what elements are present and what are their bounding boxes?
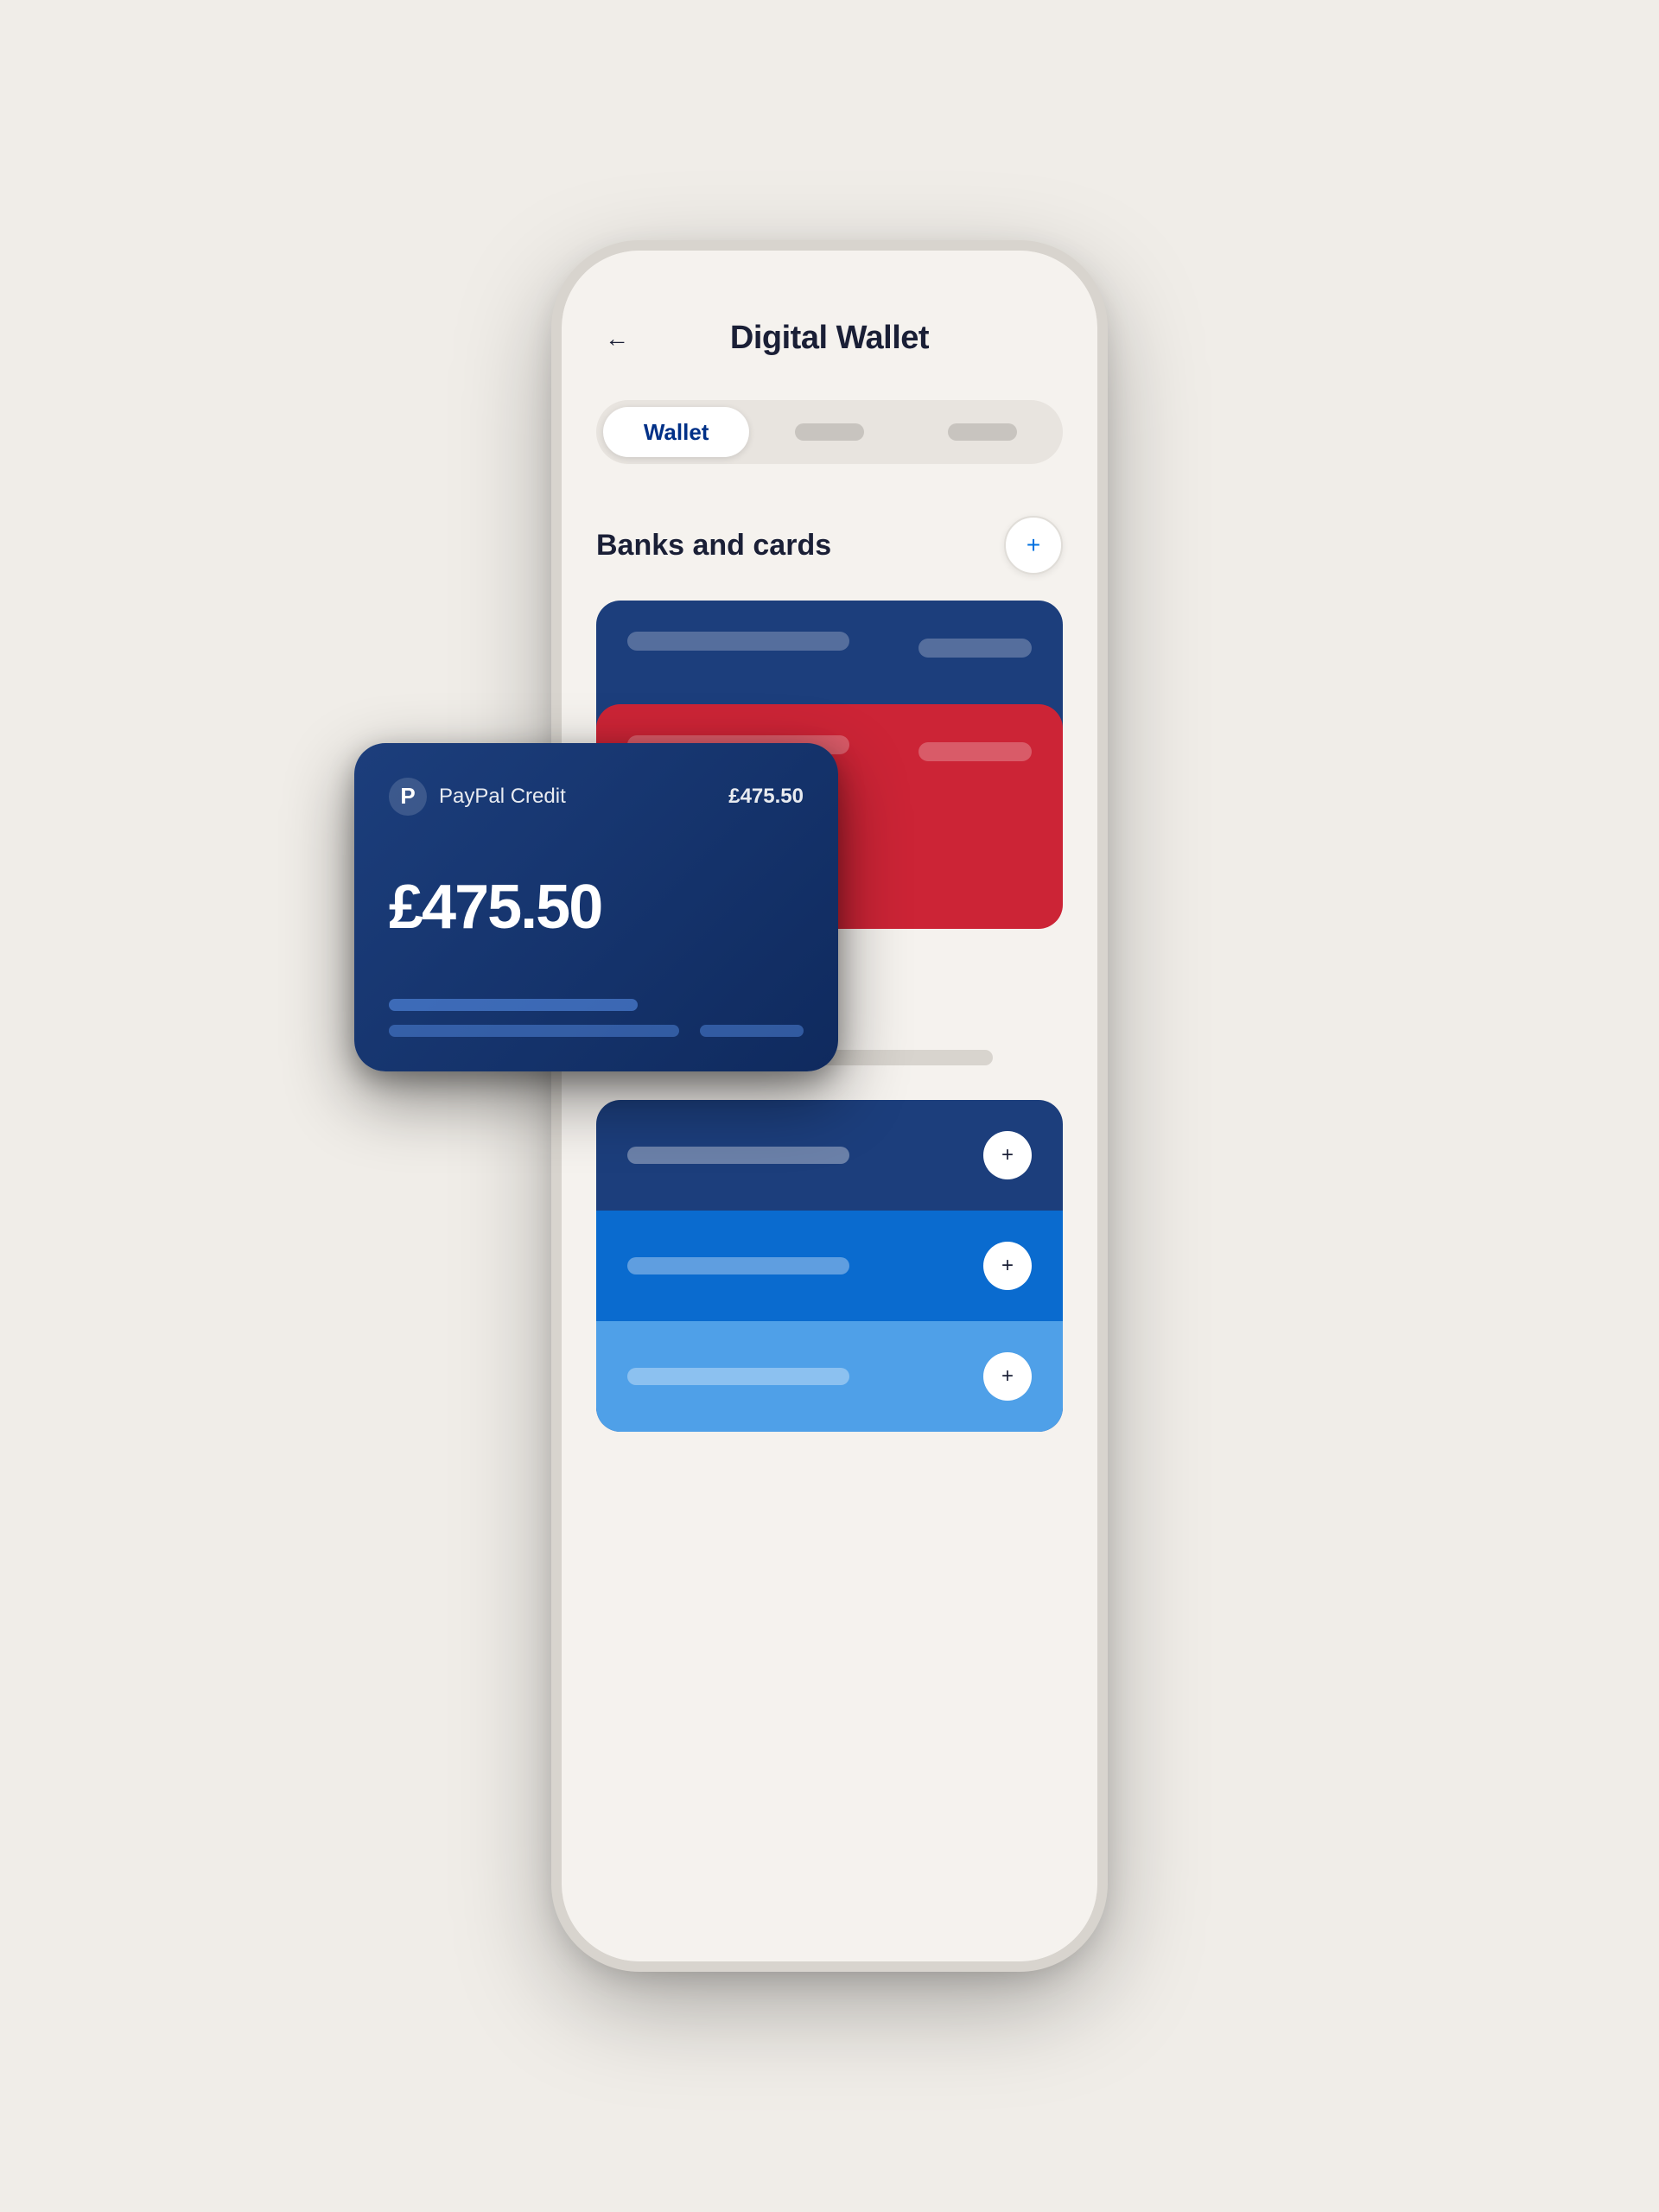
option-add-btn-1[interactable]: + <box>983 1131 1032 1179</box>
card-blue-top-row <box>627 632 1032 664</box>
card-detail-line-narrow <box>700 1025 804 1037</box>
phone-shell: ← Digital Wallet Wallet <box>562 251 1097 1961</box>
card-amount-area: £475.50 <box>389 876 804 938</box>
card-red-line-2 <box>918 742 1032 761</box>
add-option-row-1[interactable]: + <box>596 1100 1063 1211</box>
paypal-credit-card[interactable]: P PayPal Credit £475.50 £475.50 <box>354 743 838 1071</box>
card-logo-area: P PayPal Credit <box>389 778 566 816</box>
add-options-list: + + + <box>596 1100 1063 1432</box>
option-plus-icon-2: + <box>1001 1255 1014 1276</box>
scene: ← Digital Wallet Wallet <box>493 156 1166 2056</box>
paypal-logo-icon: P <box>389 778 427 816</box>
page-title: Digital Wallet <box>730 320 929 357</box>
phone-screen: ← Digital Wallet Wallet <box>562 251 1097 1961</box>
add-option-row-3[interactable]: + <box>596 1321 1063 1432</box>
card-detail-line-wide <box>389 1025 679 1037</box>
card-bottom-area <box>389 999 804 1037</box>
add-icon: + <box>1027 533 1040 557</box>
tab-3[interactable] <box>910 407 1056 457</box>
option-add-btn-3[interactable]: + <box>983 1352 1032 1401</box>
card-blue-line-1 <box>627 632 849 651</box>
card-brand-label: PayPal Credit <box>439 785 566 809</box>
option-plus-icon-1: + <box>1001 1145 1014 1166</box>
tab-2-placeholder <box>795 423 864 441</box>
tab-wallet-label: Wallet <box>644 419 709 446</box>
card-balance-top-label: £475.50 <box>728 785 804 809</box>
tab-2[interactable] <box>756 407 902 457</box>
tab-wallet[interactable]: Wallet <box>603 407 749 457</box>
section-header: Banks and cards + <box>596 516 1063 575</box>
section-title: Banks and cards <box>596 529 831 563</box>
option-plus-icon-3: + <box>1001 1366 1014 1387</box>
add-card-button[interactable]: + <box>1004 516 1063 575</box>
header: ← Digital Wallet <box>596 320 1063 357</box>
add-option-row-2[interactable]: + <box>596 1211 1063 1321</box>
option-add-btn-2[interactable]: + <box>983 1242 1032 1290</box>
svg-text:P: P <box>400 783 415 809</box>
option-line-2 <box>627 1257 849 1274</box>
card-amount-value: £475.50 <box>389 873 601 942</box>
option-line-1 <box>627 1147 849 1164</box>
card-blue-line-2 <box>918 639 1032 658</box>
card-bottom-line <box>389 999 638 1011</box>
card-header-row: P PayPal Credit £475.50 <box>389 778 804 816</box>
tab-3-placeholder <box>948 423 1017 441</box>
back-arrow-icon: ← <box>605 327 629 351</box>
tab-bar: Wallet <box>596 400 1063 464</box>
option-line-3 <box>627 1368 849 1385</box>
back-button[interactable]: ← <box>596 318 638 359</box>
